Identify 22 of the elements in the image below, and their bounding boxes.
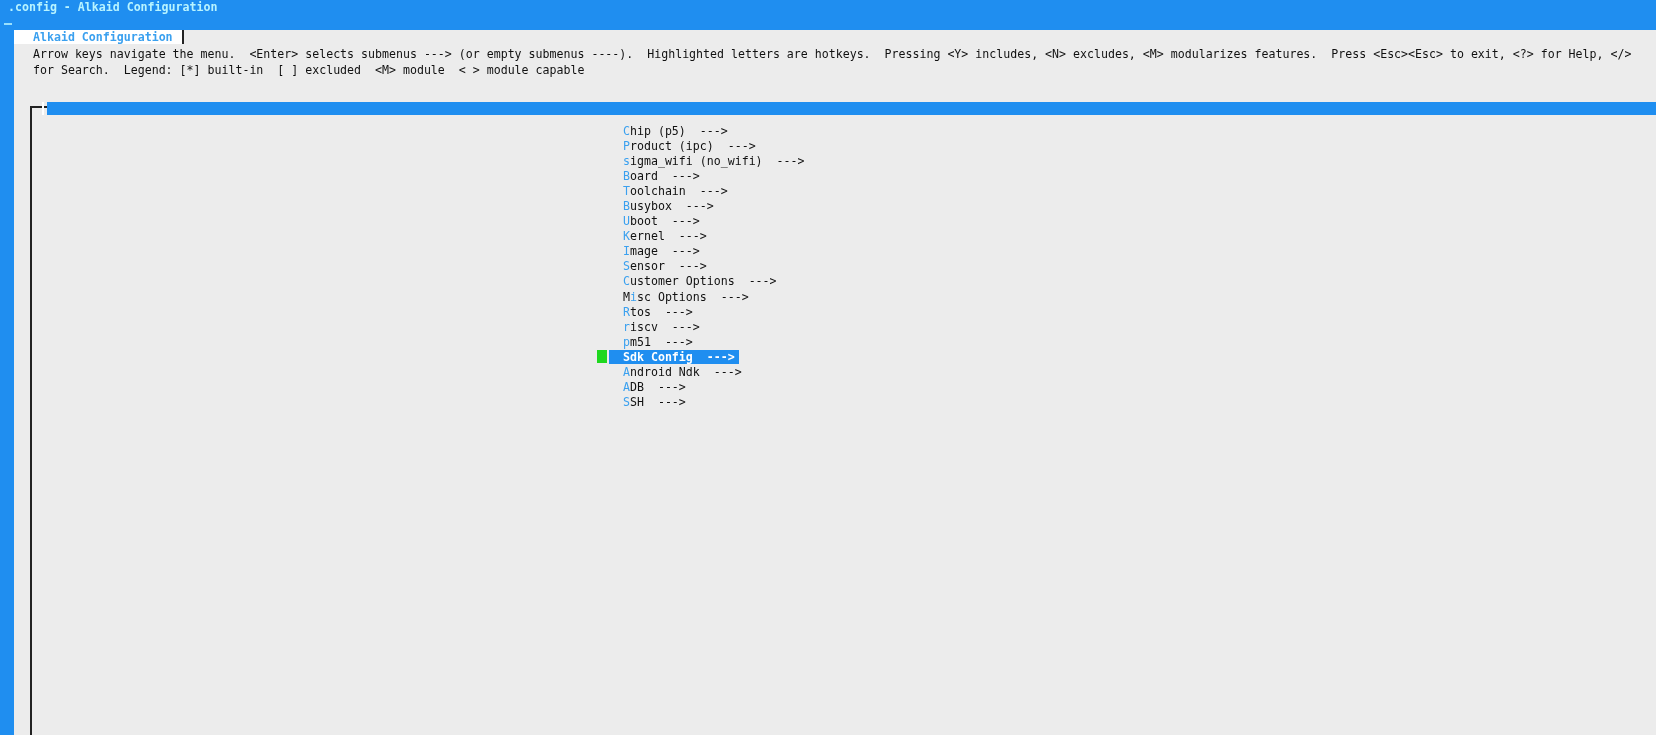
menu-item[interactable]: Customer Options --->	[623, 274, 781, 289]
help-text: Arrow keys navigate the menu. <Enter> selects submenus ---> (or empty submenus ----). Highlighted letters are hotkeys. Pressing <Y> includes, <N> excludes, <M> modularizes features. Press <Esc><Esc> to exit, <?> for Help, </>	[33, 46, 1633, 62]
menu-item[interactable]: SSH --->	[623, 395, 690, 410]
menu-item[interactable]: Sensor --->	[623, 259, 711, 274]
dialog-title: Alkaid Configuration	[14, 30, 184, 44]
menu-item[interactable]: Product (ipc) --->	[623, 138, 760, 153]
menu-item[interactable]: Misc Options --->	[623, 289, 753, 304]
menu-item[interactable]: sigma_wifi (no_wifi) --->	[623, 153, 809, 168]
menu-item[interactable]: Rtos --->	[623, 304, 697, 319]
menu-item[interactable]: Android Ndk --->	[623, 365, 746, 380]
menu-item[interactable]: Kernel --->	[623, 229, 711, 244]
menu-item[interactable]: Busybox --->	[623, 199, 718, 213]
menu-item[interactable]: pm51 --->	[623, 334, 697, 349]
help-text: for Search. Legend: [*] built-in [ ] excluded <M> module < > module capable	[33, 62, 586, 78]
menu-item[interactable]: ADB --->	[623, 380, 690, 395]
menu-item[interactable]: riscv --->	[623, 319, 704, 334]
menu-item[interactable]: Image --->	[623, 244, 704, 259]
menu-item[interactable]: Board --->	[623, 168, 704, 183]
menu-item[interactable]: Toolchain --->	[623, 183, 732, 198]
menu-item[interactable]: Uboot --->	[623, 214, 704, 229]
window-title: .config - Alkaid Configuration	[7, 0, 219, 15]
menu-item[interactable]: Chip (p5) --->	[623, 123, 732, 138]
